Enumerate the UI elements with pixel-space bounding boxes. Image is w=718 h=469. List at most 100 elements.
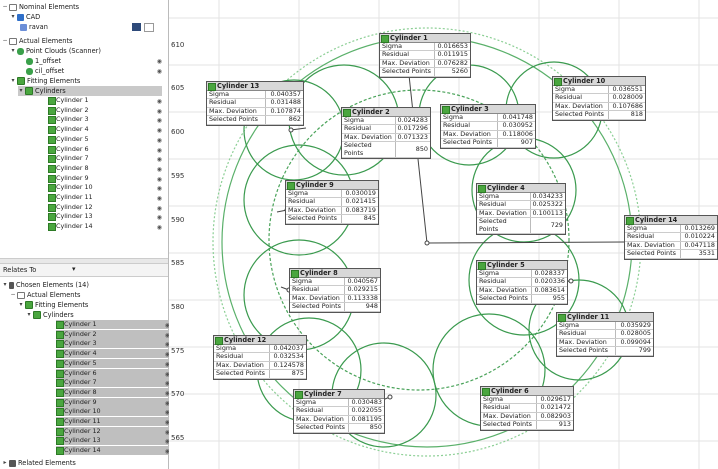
eye-icon[interactable]: ◉ [157,184,162,193]
cylinder-info-box[interactable]: Cylinder 1 Sigma 0.016653 Residual 0.011915 M… [379,33,471,78]
cylinder-list-item[interactable]: Cylinder 8 ◉ [48,164,162,173]
eye-icon[interactable]: ◉ [157,126,162,135]
cylinder-list-item[interactable]: Cylinder 11 ◉ [56,417,170,426]
box-header[interactable]: Cylinder 13 [207,82,303,91]
box-header[interactable]: Cylinder 8 [290,269,380,278]
cylinder-info-box[interactable]: Cylinder 10 Sigma 0.036551 Residual 0.028009… [552,76,646,121]
box-header[interactable]: Cylinder 6 [481,387,573,396]
box-header[interactable]: Cylinder 2 [342,108,430,117]
cylinder-list-item[interactable]: Cylinder 1 ◉ [56,320,170,329]
collapse-icon[interactable]: ▾ [18,302,24,308]
cylinder-info-box[interactable]: Cylinder 2 Sigma 0.024283 Residual 0.017296 M… [341,107,431,160]
tree-cylinders-group[interactable]: ▾ Cylinders [18,86,162,96]
eye-icon[interactable]: ◉ [157,165,162,174]
eye-icon[interactable]: ◉ [157,107,162,116]
cylinder-info-box[interactable]: Cylinder 9 Sigma 0.030019 Residual 0.021415 M… [285,180,379,225]
cylinder-list-item[interactable]: Cylinder 3 ◉ [56,339,170,349]
tree-cad[interactable]: ▾ CAD [10,12,40,22]
eye-icon[interactable]: ◉ [157,97,162,106]
box-header[interactable]: Cylinder 3 [441,105,535,114]
cylinder-list-item[interactable]: Cylinder 12 ◉ [48,203,162,212]
eye-icon[interactable]: ◉ [157,67,162,77]
tree-cylinders-group-2[interactable]: ▾ Cylinders [26,310,74,320]
box-header[interactable]: Cylinder 7 [294,390,384,399]
cylinder-info-box[interactable]: Cylinder 6 Sigma 0.029617 Residual 0.021472 M… [480,386,574,431]
cylinder-info-box[interactable]: Cylinder 14 Sigma 0.013269 Residual 0.010224… [624,215,718,260]
cylinder-list-item[interactable]: Cylinder 10 ◉ [48,183,162,193]
collapse-icon[interactable]: ▾ [10,48,16,54]
box-header[interactable]: Cylinder 11 [557,313,653,322]
cylinder-list-item[interactable]: Cylinder 14 ◉ [56,446,170,456]
box-header[interactable]: Cylinder 4 [477,184,565,193]
tree-actual-elements-2[interactable]: − Actual Elements [10,290,80,300]
eye-icon[interactable]: ◉ [157,146,162,155]
viewport-3d[interactable]: 610 605 600 595 590 585 580 575 570 565 Cylinder … [169,0,718,469]
eye-icon[interactable]: ◉ [157,116,162,125]
visibility-checkbox[interactable] [144,23,154,32]
cylinder-list-item[interactable]: Cylinder 14 ◉ [48,222,162,232]
cylinder-list-item[interactable]: Cylinder 9 ◉ [48,174,162,183]
cylinder-list-item[interactable]: Cylinder 2 ◉ [48,106,162,115]
cylinder-list-item[interactable]: Cylinder 6 ◉ [56,368,170,378]
eye-icon[interactable]: ◉ [157,204,162,213]
cylinder-list-item[interactable]: Cylinder 7 ◉ [56,378,170,388]
eye-icon[interactable]: ◉ [157,213,162,222]
cylinder-info-box[interactable]: Cylinder 3 Sigma 0.041748 Residual 0.030952 M… [440,104,536,149]
tree-offset-2[interactable]: cil_offset ◉ [26,66,162,76]
cylinder-list-item[interactable]: Cylinder 7 ◉ [48,154,162,164]
eye-icon[interactable]: ◉ [157,155,162,164]
tree-point-clouds[interactable]: ▾ Point Clouds (Scanner) [10,46,100,56]
tree-ravan[interactable]: ravan [20,22,160,32]
box-header[interactable]: Cylinder 10 [553,77,645,86]
eye-icon[interactable]: ◉ [157,194,162,203]
cylinder-list-item[interactable]: Cylinder 10 ◉ [56,407,170,417]
cylinder-list-item[interactable]: Cylinder 4 ◉ [56,349,170,359]
box-header[interactable]: Cylinder 9 [286,181,378,190]
cylinder-list-item[interactable]: Cylinder 3 ◉ [48,115,162,125]
color-swatch[interactable] [132,23,141,31]
tree-actual-elements[interactable]: − Actual Elements [2,36,72,46]
eye-icon[interactable]: ◉ [157,136,162,145]
cylinder-list-item[interactable]: Cylinder 2 ◉ [56,329,170,339]
cylinder-info-box[interactable]: Cylinder 7 Sigma 0.030483 Residual 0.022055 M… [293,389,385,434]
collapse-icon[interactable]: − [2,4,8,10]
cylinder-list-item[interactable]: Cylinder 12 ◉ [56,426,170,436]
cylinder-list-item[interactable]: Cylinder 8 ◉ [56,387,170,397]
cylinder-list-item[interactable]: Cylinder 4 ◉ [48,125,162,135]
cylinder-info-box[interactable]: Cylinder 4 Sigma 0.034233 Residual 0.025322 M… [476,183,566,236]
tree-offset-1[interactable]: 1_offset ◉ [26,56,162,66]
box-header[interactable]: Cylinder 1 [380,34,470,43]
tree-fitting-elements[interactable]: ▾ Fitting Elements [10,76,80,86]
cylinder-info-box[interactable]: Cylinder 12 Sigma 0.042037 Residual 0.032534… [213,335,307,380]
cylinder-list-item[interactable]: Cylinder 13 ◉ [48,212,162,222]
tree-related-elements[interactable]: ▸ Related Elements [2,458,75,468]
cylinder-list-item[interactable]: Cylinder 6 ◉ [48,145,162,154]
cylinder-info-box[interactable]: Cylinder 11 Sigma 0.035929 Residual 0.028005… [556,312,654,357]
cylinder-list-item[interactable]: Cylinder 9 ◉ [56,397,170,407]
eye-icon[interactable]: ◉ [157,223,162,232]
cylinder-list-item[interactable]: Cylinder 5 ◉ [56,358,170,368]
cylinder-info-box[interactable]: Cylinder 13 Sigma 0.040357 Residual 0.031488… [206,81,304,126]
cylinder-list-item[interactable]: Cylinder 11 ◉ [48,193,162,202]
collapse-icon[interactable]: ▾ [10,14,16,20]
cylinder-list-item[interactable]: Cylinder 1 ◉ [48,96,162,105]
collapse-icon[interactable]: ▾ [10,78,16,84]
collapse-icon[interactable]: ▾ [18,88,24,94]
cylinder-info-box[interactable]: Cylinder 8 Sigma 0.040567 Residual 0.029215 M… [289,268,381,313]
box-header[interactable]: Cylinder 5 [477,261,567,270]
cylinder-info-box[interactable]: Cylinder 5 Sigma 0.028337 Residual 0.020336 M… [476,260,568,305]
eye-icon[interactable]: ◉ [157,175,162,184]
collapse-icon[interactable]: ▾ [26,312,32,318]
collapse-icon[interactable]: − [10,292,16,298]
expand-icon[interactable]: ▸ [2,460,8,466]
dropdown-icon[interactable]: ▾ [72,265,76,273]
relates-to-bar[interactable]: Relates To ▾ [0,264,168,277]
cylinder-list-item[interactable]: Cylinder 13 ◉ [56,436,170,446]
tree-chosen-elements[interactable]: ▾ Chosen Elements (14) [2,280,88,290]
box-header[interactable]: Cylinder 12 [214,336,306,345]
tree-fitting-elements-2[interactable]: ▾ Fitting Elements [18,300,88,310]
cylinder-list-item[interactable]: Cylinder 5 ◉ [48,135,162,144]
collapse-icon[interactable]: − [2,38,8,44]
collapse-icon[interactable]: ▾ [2,282,8,288]
tree-nominal-elements[interactable]: − Nominal Elements [2,2,79,12]
